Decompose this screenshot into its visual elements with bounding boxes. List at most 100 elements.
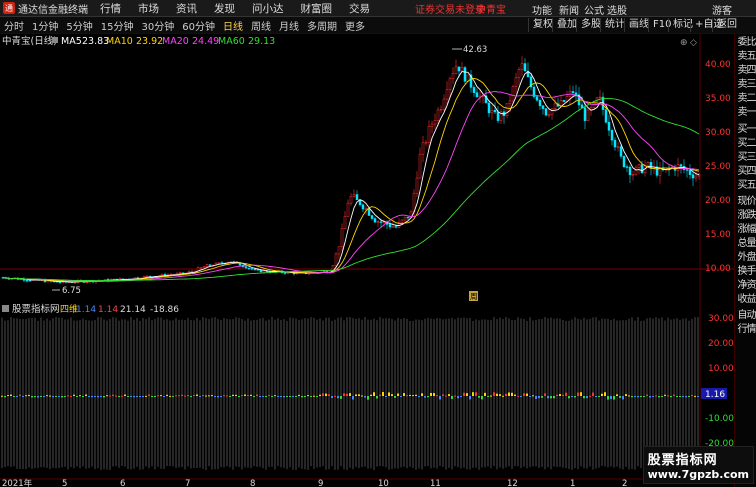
indicator-center-mark bbox=[106, 395, 108, 397]
indicator-center-mark bbox=[559, 394, 561, 396]
ma5-name: MA5 bbox=[61, 36, 82, 47]
indicator-center-mark bbox=[184, 395, 186, 397]
indicator-v2: 1.14 bbox=[98, 305, 118, 315]
candle-body bbox=[430, 123, 434, 127]
side-buy1[interactable]: 买一 bbox=[736, 123, 756, 137]
period-monthly[interactable]: 月线 bbox=[275, 18, 303, 33]
side-sell5[interactable]: 卖五 bbox=[736, 50, 756, 64]
indicator-center-mark bbox=[31, 396, 33, 398]
indicator-center-mark bbox=[547, 396, 549, 399]
indicator-center-mark bbox=[445, 395, 447, 397]
side-change-pct[interactable]: 涨幅 bbox=[736, 223, 756, 237]
candle-body bbox=[340, 228, 344, 247]
indicator-center-mark bbox=[28, 394, 30, 396]
indicator-center-mark bbox=[172, 396, 174, 397]
indicator-center-mark bbox=[628, 395, 630, 397]
side-buy5[interactable]: 买五 bbox=[736, 179, 756, 193]
side-weibi[interactable]: 委比 bbox=[736, 36, 756, 50]
menu-market[interactable]: 市场 bbox=[138, 1, 159, 16]
menu-ask[interactable]: 问小达 bbox=[252, 1, 284, 16]
menu-discover[interactable]: 发现 bbox=[214, 1, 235, 16]
side-sell1[interactable]: 卖一 bbox=[736, 106, 756, 120]
menu-wealth[interactable]: 财富圈 bbox=[301, 1, 333, 16]
menu-function[interactable]: 功能 bbox=[532, 2, 552, 17]
side-eps[interactable]: 收益 bbox=[736, 293, 756, 307]
side-change[interactable]: 涨跌 bbox=[736, 209, 756, 223]
indicator-center-mark bbox=[121, 395, 123, 397]
indicator-center-mark bbox=[601, 393, 603, 396]
side-turnover[interactable]: 换手 bbox=[736, 265, 756, 279]
indicator-center-mark bbox=[4, 396, 6, 398]
menu-news[interactable]: 资讯 bbox=[176, 1, 197, 16]
side-price[interactable]: 现价 bbox=[736, 195, 756, 209]
x-label-sep: 9 bbox=[318, 479, 323, 487]
period-multi[interactable]: 多周期 bbox=[303, 18, 341, 33]
candle-body bbox=[640, 164, 644, 174]
menu-stock-picker[interactable]: 选股 bbox=[607, 2, 627, 17]
menu-trade[interactable]: 交易 bbox=[349, 1, 370, 16]
side-net-assets[interactable]: 净资 bbox=[736, 279, 756, 293]
side-buy2[interactable]: 买二 bbox=[736, 137, 756, 151]
indicator-center-mark bbox=[562, 394, 564, 396]
side-auto[interactable]: 自动 bbox=[736, 309, 756, 323]
expand-icon[interactable]: ⊕ bbox=[680, 38, 688, 48]
candle-body bbox=[553, 103, 557, 110]
back-button[interactable]: 返回 bbox=[712, 18, 741, 32]
candle-body bbox=[355, 194, 359, 201]
login-notice[interactable]: 证券交易未登录 bbox=[415, 1, 485, 16]
indicator-center-mark bbox=[424, 396, 426, 398]
indicator-center-mark bbox=[178, 395, 180, 397]
menu-headlines[interactable]: 新闻 bbox=[559, 2, 579, 17]
indicator-center-mark bbox=[571, 396, 573, 397]
period-tick[interactable]: 分时 bbox=[0, 18, 28, 33]
period-30min[interactable]: 30分钟 bbox=[137, 18, 178, 33]
ma-settings-icon[interactable] bbox=[52, 37, 58, 43]
period-weekly[interactable]: 周线 bbox=[247, 18, 275, 33]
indicator-center-mark bbox=[79, 395, 81, 397]
indicator-center-mark bbox=[484, 392, 486, 396]
indicator-center-mark bbox=[619, 396, 621, 398]
menu-quotes[interactable]: 行情 bbox=[100, 1, 121, 16]
indicator-center-mark bbox=[286, 396, 288, 397]
indicator-center-mark bbox=[514, 394, 516, 396]
user-guest[interactable]: 游客 bbox=[712, 2, 732, 17]
side-buy3[interactable]: 买三 bbox=[736, 151, 756, 165]
ind-tick-30: 30.00 bbox=[708, 314, 734, 324]
menu-formula[interactable]: 公式 bbox=[584, 2, 604, 17]
candle-body bbox=[535, 96, 539, 101]
period-1min[interactable]: 1分钟 bbox=[28, 18, 62, 33]
side-sell3[interactable]: 卖三 bbox=[736, 78, 756, 92]
indicator-center-mark bbox=[427, 396, 429, 398]
candle-body bbox=[697, 174, 701, 177]
side-volume[interactable]: 总量 bbox=[736, 237, 756, 251]
side-sell4[interactable]: 卖四 bbox=[736, 64, 756, 78]
period-daily[interactable]: 日线 bbox=[219, 18, 247, 33]
indicator-settings-icon[interactable] bbox=[2, 305, 9, 312]
candle-body bbox=[520, 63, 524, 70]
collapse-icon[interactable]: ◇ bbox=[690, 38, 697, 48]
indicator-center-mark bbox=[208, 395, 210, 397]
ma20-name: MA20 bbox=[162, 36, 189, 47]
side-buy4[interactable]: 买四 bbox=[736, 165, 756, 179]
period-60min[interactable]: 60分钟 bbox=[178, 18, 219, 33]
period-5min[interactable]: 5分钟 bbox=[62, 18, 96, 33]
indicator-center-mark bbox=[301, 396, 303, 398]
current-value-text: 1.16 bbox=[705, 390, 725, 400]
period-15min[interactable]: 15分钟 bbox=[97, 18, 138, 33]
side-quotes[interactable]: 行情 bbox=[736, 323, 756, 337]
quote-side-panel: 委比 卖五 卖四 卖三 卖二 卖一 买一 买二 买三 买四 买五 现价 涨跌 涨… bbox=[734, 34, 756, 487]
indicator-center-mark bbox=[61, 396, 63, 398]
indicator-center-mark bbox=[151, 396, 153, 397]
side-sell2[interactable]: 卖二 bbox=[736, 92, 756, 106]
period-more[interactable]: 更多 bbox=[341, 18, 369, 33]
indicator-center-mark bbox=[1, 395, 3, 397]
candle-body bbox=[262, 270, 266, 273]
indicator-center-mark bbox=[16, 396, 18, 397]
indicator-center-mark bbox=[466, 393, 468, 396]
indicator-center-mark bbox=[166, 394, 168, 396]
indicator-center-mark bbox=[376, 396, 378, 399]
kline-chart[interactable]: 中青宝(日线) MA5 23.83 MA10 23.92 MA20 24.49 … bbox=[0, 34, 734, 487]
indicator-center-mark bbox=[160, 395, 162, 397]
x-label-feb: 2 bbox=[622, 479, 627, 487]
side-outer[interactable]: 外盘 bbox=[736, 251, 756, 265]
